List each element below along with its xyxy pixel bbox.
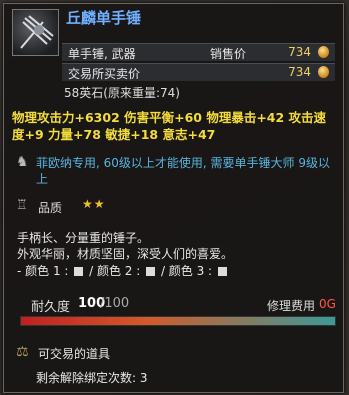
quality-stars: ★★ — [82, 197, 106, 211]
gold-coin-icon — [318, 66, 329, 78]
color-2-swatch — [146, 267, 156, 276]
item-description: 手柄长、分量重的锤子。 外观华丽，材质坚固，深受人们的喜爱。 — [17, 230, 233, 262]
item-name: 丘麟单手锤 — [66, 9, 142, 27]
unbind-count: 剩余解除绑定次数: 3 — [36, 371, 148, 385]
quality-label: 品质 — [38, 201, 63, 215]
hammer-icon — [12, 9, 59, 56]
durability-bar — [20, 316, 336, 326]
gold-coin-icon — [318, 46, 329, 58]
durability-label: 耐久度 — [31, 300, 71, 315]
exchange-price: 734 — [288, 65, 311, 79]
tradeable-label: 可交易的道具 — [38, 347, 111, 361]
repair-cost: 0G — [319, 297, 336, 311]
color-2-label: / 颜色 2 : — [89, 264, 141, 278]
chair-icon: ♖ — [16, 198, 28, 213]
color-3-label: / 颜色 3 : — [160, 264, 213, 278]
durability-bar-fill — [21, 317, 335, 325]
item-tooltip: 丘麟单手锤 单手锤, 武器 销售价 734 交易所买卖价 734 58英石(原来… — [3, 3, 344, 393]
item-type: 单手锤, 武器 — [68, 47, 136, 61]
item-stats: 物理攻击力+6302 伤害平衡+60 物理暴击+42 攻击速度+9 力量+78 … — [12, 110, 327, 142]
color-3-swatch — [217, 267, 227, 276]
sell-price-label: 销售价 — [210, 47, 247, 61]
description-line-2: 外观华丽，材质坚固，深受人们的喜爱。 — [17, 247, 234, 261]
usage-requirement: 菲欧纳专用, 60级以上才能使用, 需要单手锤大师 9级以上 — [36, 156, 330, 186]
repair-cost-label: 修理费用 — [267, 299, 316, 313]
item-type-row: 单手锤, 武器 销售价 734 — [62, 43, 335, 61]
scale-icon: ⚖ — [16, 344, 29, 360]
color-1-swatch — [74, 267, 84, 276]
crystal-weight: 58英石(原来重量:74) — [64, 86, 180, 100]
dye-colors: - 颜色 1 : / 颜色 2 : / 颜色 3 : — [17, 262, 229, 279]
color-1-label: - 颜色 1 : — [17, 264, 69, 278]
sell-price: 734 — [288, 45, 311, 59]
exchange-price-label: 交易所买卖价 — [68, 67, 141, 81]
person-icon: ♞ — [16, 154, 29, 170]
description-line-1: 手柄长、分量重的锤子。 — [17, 231, 150, 245]
exchange-price-row: 交易所买卖价 734 — [62, 63, 335, 81]
durability-max: /100 — [100, 296, 130, 311]
